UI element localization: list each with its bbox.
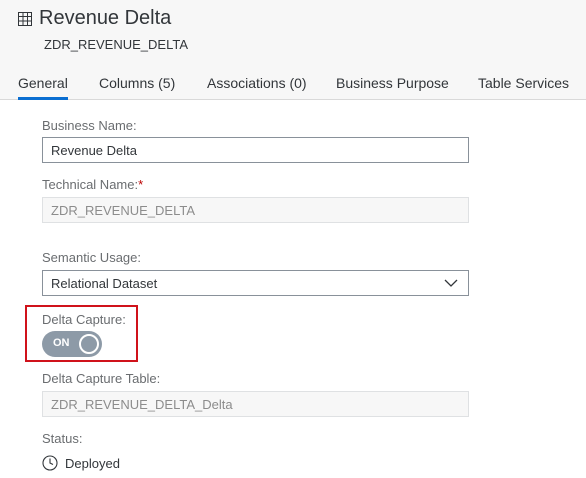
active-tab-indicator [18,97,68,100]
object-header: Revenue Delta ZDR_REVENUE_DELTA General … [0,0,586,100]
title-row: Revenue Delta [18,7,171,30]
technical-name-label: Technical Name:* [42,177,143,192]
technical-name-field: ZDR_REVENUE_DELTA [42,197,469,223]
required-marker: * [138,177,144,192]
tab-bar: General Columns (5) Associations (0) Bus… [0,68,586,100]
semantic-usage-value: Relational Dataset [51,275,158,291]
semantic-usage-label: Semantic Usage: [42,250,141,265]
business-name-label: Business Name: [42,118,137,133]
delta-capture-table-label: Delta Capture Table: [42,371,161,386]
delta-capture-table-field: ZDR_REVENUE_DELTA_Delta [42,391,469,417]
status-value: Deployed [65,455,120,471]
tab-associations[interactable]: Associations (0) [207,75,307,91]
page-title: Revenue Delta [39,7,172,29]
status-indicator: Deployed [42,455,120,471]
chevron-down-icon[interactable] [444,277,458,289]
tab-table-services[interactable]: Table Services [478,75,569,91]
table-icon [18,11,32,26]
technical-name-value: ZDR_REVENUE_DELTA [51,202,195,218]
technical-name-label-text: Technical Name: [42,177,139,192]
status-label: Status: [42,431,83,446]
delta-capture-table-value: ZDR_REVENUE_DELTA_Delta [51,396,233,412]
semantic-usage-select[interactable]: Relational Dataset [42,270,469,296]
toggle-state-text: ON [53,337,70,349]
toggle-knob [79,334,99,354]
delta-capture-label: Delta Capture: [42,312,126,327]
business-name-field[interactable]: Revenue Delta [42,137,469,163]
tab-columns[interactable]: Columns (5) [99,75,175,91]
tab-general[interactable]: General [18,75,68,91]
tab-business-purpose[interactable]: Business Purpose [336,75,449,91]
delta-capture-toggle[interactable]: ON [42,331,102,357]
clock-icon [42,455,58,471]
technical-name-subtitle: ZDR_REVENUE_DELTA [44,37,188,52]
business-name-value: Revenue Delta [51,142,137,158]
